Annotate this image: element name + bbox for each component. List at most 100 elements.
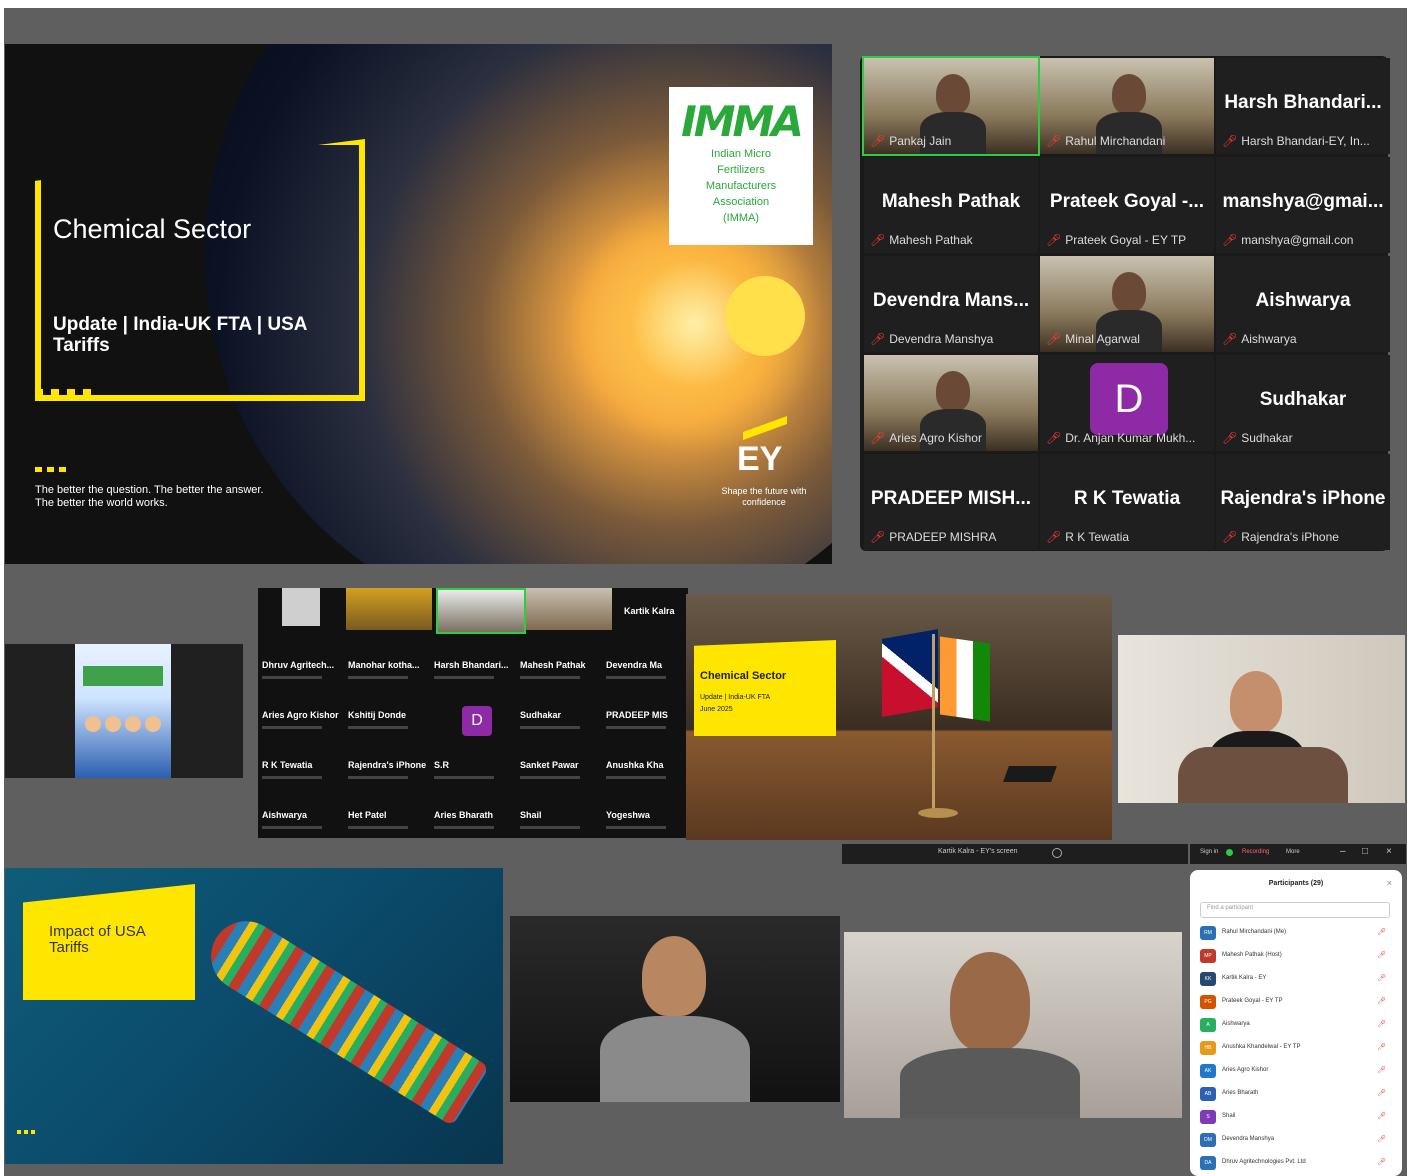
participant-row[interactable]: RM Rahul Mirchandani (Me) 🎤︎ <box>1200 924 1392 944</box>
participant-name: Aries Agro Kishor <box>1222 1067 1269 1073</box>
mic-muted-icon[interactable]: 🎤︎ <box>1377 928 1386 936</box>
participant-avatar: AK <box>1200 1064 1216 1078</box>
participant-label: 🎤︎ Devendra Manshya <box>870 332 993 346</box>
minimize-icon[interactable]: – <box>1340 846 1346 857</box>
maximize-icon[interactable]: □ <box>1362 846 1368 857</box>
participant-name: Devendra Manshya <box>1222 1136 1275 1142</box>
participant-label: 🎤︎ Mahesh Pathak <box>870 233 973 247</box>
screen-share-label: Kartik Kalra - EY's screen <box>938 848 1018 855</box>
participant-tile[interactable]: manshya@gmai... 🎤︎ manshya@gmail.con <box>1216 157 1390 253</box>
mic-muted-icon[interactable]: 🎤︎ <box>1377 1089 1386 1097</box>
meeting-toolbar: Kartik Kalra - EY's screen <box>842 844 1188 864</box>
participant-name: Aries Bharath <box>1222 1090 1259 1096</box>
participant-row[interactable]: MP Mahesh Pathak (Host) 🎤︎ <box>1200 947 1392 967</box>
recording-indicator[interactable]: Recording <box>1242 849 1269 855</box>
slide-title: Chemical Sector <box>700 670 787 682</box>
speaker-body <box>900 1048 1080 1118</box>
participant-avatar: S <box>1200 1110 1216 1124</box>
participant-name: Prateek Goyal - EY TP <box>1222 998 1283 1004</box>
participant-face <box>1112 272 1146 312</box>
imma-logo: IMMA <box>681 97 804 146</box>
mic-muted-icon[interactable]: 🎤︎ <box>1377 951 1386 959</box>
speaker-video-kartik <box>510 916 840 1102</box>
participant-name: Kartik Kalra - EY <box>1222 975 1267 981</box>
participant-label-text: Sudhakar <box>1241 431 1293 445</box>
participant-row[interactable]: AK Aries Agro Kishor 🎤︎ <box>1200 1062 1392 1082</box>
participant-tile[interactable]: R K Tewatia 🎤︎ R K Tewatia <box>1040 454 1214 550</box>
participant-tile[interactable]: 🎤︎ Rahul Mirchandani <box>1040 58 1214 154</box>
participant-row[interactable]: DA Dhruv Agritechnologies Pvt. Ltd 🎤︎ <box>1200 1154 1392 1174</box>
mic-muted-icon[interactable]: 🎤︎ <box>1377 1066 1386 1074</box>
mic-muted-icon: 🎤︎ <box>1222 134 1238 148</box>
mic-muted-icon[interactable]: 🎤︎ <box>1377 1043 1386 1051</box>
participant-name: Devendra Mans... <box>872 290 1030 311</box>
participant-row[interactable]: AB Aries Bharath 🎤︎ <box>1200 1085 1392 1105</box>
participant-label-text: Aries Agro Kishor <box>889 431 982 445</box>
participant-tile[interactable]: D 🎤︎ Dr. Anjan Kumar Mukh... <box>1040 355 1214 451</box>
shield-icon <box>1226 849 1233 856</box>
mini-gallery: Kartik Kalra Dhruv Agritech... Manohar ko… <box>258 588 688 838</box>
participant-label: 🎤︎ Sudhakar <box>1222 431 1293 445</box>
mic-muted-icon[interactable]: 🎤︎ <box>1377 1020 1386 1028</box>
participant-avatar: RM <box>1200 926 1216 940</box>
participant-row[interactable]: KK Kartik Kalra - EY 🎤︎ <box>1200 970 1392 990</box>
mic-muted-icon[interactable]: 🎤︎ <box>1377 1158 1386 1166</box>
participant-tile[interactable]: Sudhakar 🎤︎ Sudhakar <box>1216 355 1390 451</box>
participant-search-input[interactable]: Find a participant <box>1200 902 1390 918</box>
participant-label: 🎤︎ Prateek Goyal - EY TP <box>1046 233 1186 247</box>
participant-label: 🎤︎ Aries Agro Kishor <box>870 431 982 445</box>
mic-muted-icon[interactable]: 🎤︎ <box>1377 997 1386 1005</box>
close-icon[interactable]: × <box>1387 878 1392 888</box>
tile-name: Devendra Ma <box>606 660 663 670</box>
dots-decor <box>35 389 95 397</box>
participant-tile[interactable]: 🎤︎ Aries Agro Kishor <box>864 355 1038 451</box>
participant-avatar: D <box>1090 363 1168 435</box>
participant-tile[interactable]: Aishwarya 🎤︎ Aishwarya <box>1216 256 1390 352</box>
tile-label-placeholder <box>520 726 580 729</box>
participant-tile[interactable]: PRADEEP MISH... 🎤︎ PRADEEP MISHRA <box>864 454 1038 550</box>
participant-row[interactable]: PG Prateek Goyal - EY TP 🎤︎ <box>1200 993 1392 1013</box>
mic-muted-icon: 🎤︎ <box>1222 332 1238 346</box>
participant-tile[interactable]: Devendra Mans... 🎤︎ Devendra Manshya <box>864 256 1038 352</box>
participant-label: 🎤︎ Pankaj Jain <box>870 134 951 148</box>
participant-avatar: DA <box>1200 1156 1216 1170</box>
participant-row[interactable]: A Aishwarya 🎤︎ <box>1200 1016 1392 1036</box>
tile-label-placeholder <box>348 676 408 679</box>
tile-name: Rajendra's iPhone <box>348 760 427 770</box>
participant-tile[interactable]: 🎤︎ Minal Agarwal <box>1040 256 1214 352</box>
participant-tile[interactable]: Rajendra's iPhone 🎤︎ Rajendra's iPhone <box>1216 454 1390 550</box>
mic-muted-icon: 🎤︎ <box>1222 233 1238 247</box>
participant-row[interactable]: DM Devendra Manshya 🎤︎ <box>1200 1131 1392 1151</box>
participant-tile[interactable]: 🎤︎ Pankaj Jain <box>862 56 1040 156</box>
uk-flag <box>882 629 938 717</box>
participant-tile[interactable]: Prateek Goyal -... 🎤︎ Prateek Goyal - EY T… <box>1040 157 1214 253</box>
flag-pole <box>932 634 935 810</box>
participant-label: 🎤︎ Minal Agarwal <box>1046 332 1140 346</box>
tile-label-placeholder <box>520 826 580 829</box>
mic-muted-icon[interactable]: 🎤︎ <box>1377 1135 1386 1143</box>
participant-tile[interactable]: Mahesh Pathak 🎤︎ Mahesh Pathak <box>864 157 1038 253</box>
info-icon[interactable] <box>1052 848 1062 858</box>
imma-logo-box: IMMA Indian Micro Fertilizers Manufactur… <box>669 87 813 245</box>
participant-name: Mahesh Pathak (Host) <box>1222 952 1282 958</box>
tile-label-placeholder <box>434 676 494 679</box>
mic-muted-icon[interactable]: 🎤︎ <box>1377 974 1386 982</box>
speaker-body <box>600 1016 750 1102</box>
participant-name: Harsh Bhandari... <box>1224 92 1382 113</box>
participant-row[interactable]: HB Anushka Khandelwal - EY TP 🎤︎ <box>1200 1039 1392 1059</box>
close-icon[interactable]: × <box>1386 846 1392 857</box>
india-uk-slide: Chemical Sector Update | India-UK FTA Ju… <box>686 594 1112 840</box>
participant-label: 🎤︎ Rajendra's iPhone <box>1222 530 1339 544</box>
mic-muted-icon[interactable]: 🎤︎ <box>1377 1112 1386 1120</box>
mic-muted-icon: 🎤︎ <box>1046 530 1062 544</box>
sign-in-link[interactable]: Sign in <box>1200 849 1218 855</box>
participant-name: Prateek Goyal -... <box>1049 191 1205 212</box>
tagline-dots <box>35 467 71 472</box>
participant-tile[interactable]: Harsh Bhandari... 🎤︎ Harsh Bhandari-EY, In… <box>1216 58 1390 154</box>
participant-label-text: Harsh Bhandari-EY, In... <box>1241 134 1370 148</box>
participant-name: Dhruv Agritechnologies Pvt. Ltd <box>1222 1159 1306 1165</box>
participant-row[interactable]: S Shail 🎤︎ <box>1200 1108 1392 1128</box>
more-button[interactable]: More <box>1286 849 1300 855</box>
participant-label-text: Mahesh Pathak <box>889 233 973 247</box>
participant-name: PRADEEP MISH... <box>870 488 1032 509</box>
